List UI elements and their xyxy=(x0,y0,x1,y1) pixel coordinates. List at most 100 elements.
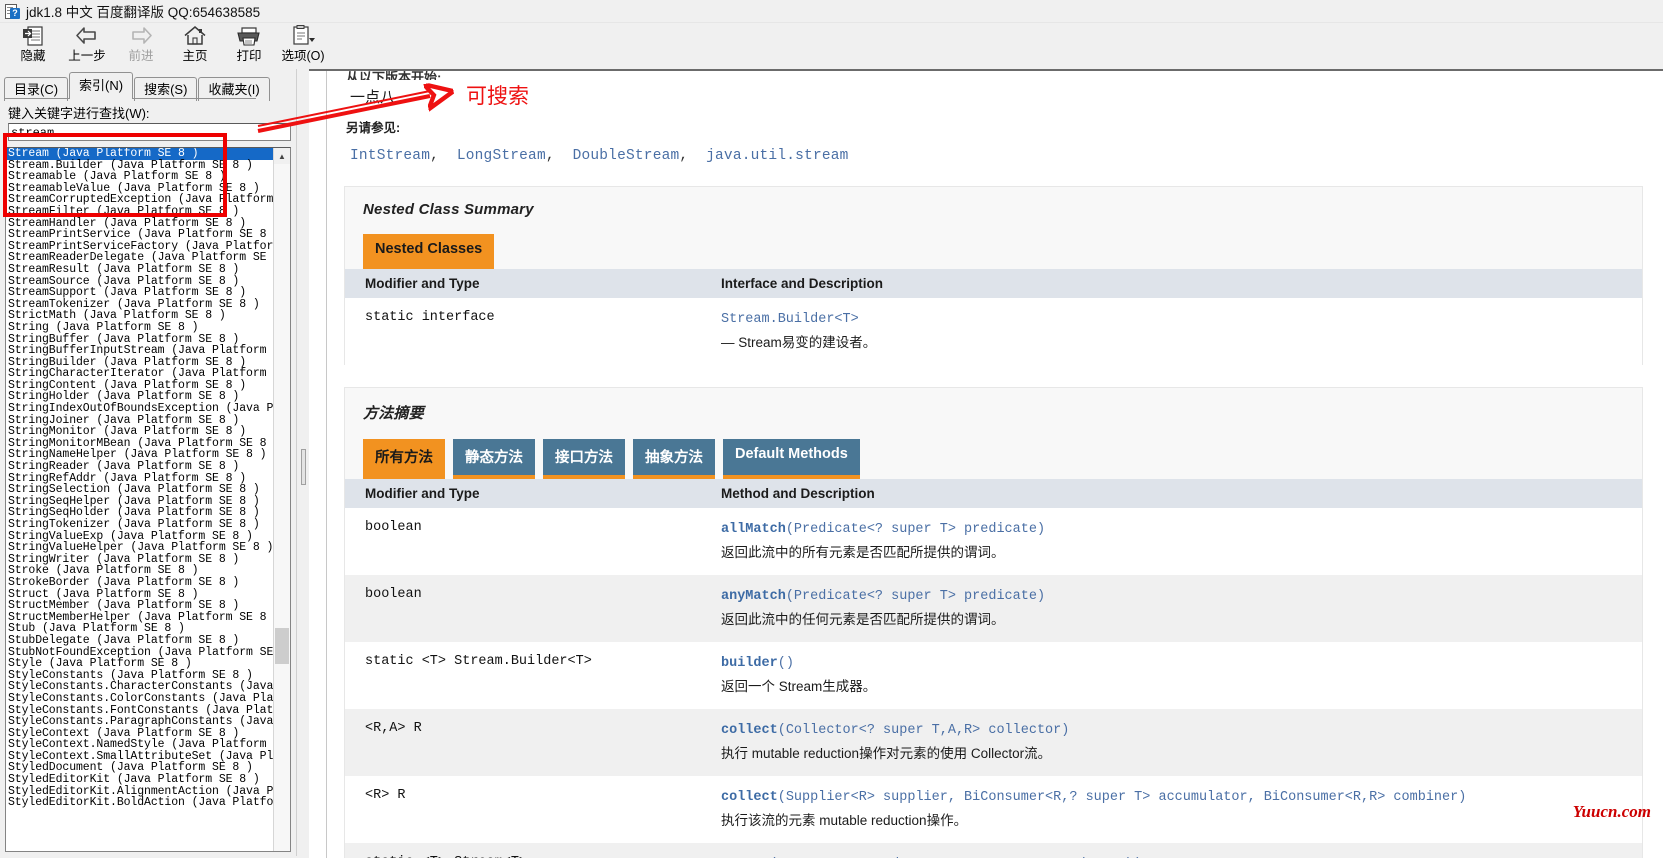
method-row-signature[interactable]: builder() xyxy=(721,654,1628,673)
index-list-item[interactable]: StructMember (Java Platform SE 8 ) xyxy=(6,600,274,612)
method-summary-title: 方法摘要 xyxy=(345,388,1642,423)
index-list-box[interactable]: Stream (Java Platform SE 8 )Stream.Build… xyxy=(5,147,291,852)
keyword-find-label: 键入关键字进行查找(W): xyxy=(8,103,150,122)
method-name[interactable]: collect xyxy=(721,723,778,738)
index-list-item[interactable]: StreamSupport (Java Platform SE 8 ) xyxy=(6,287,274,299)
table-row: <R> Rcollect(Supplier<R> supplier, BiCon… xyxy=(345,776,1642,843)
method-tab-row: 所有方法 静态方法 接口方法 抽象方法 Default Methods xyxy=(345,423,1642,479)
method-row-signature[interactable]: collect(Supplier<R> supplier, BiConsumer… xyxy=(721,788,1628,807)
index-list-item[interactable]: StreamResult (Java Platform SE 8 ) xyxy=(6,264,274,276)
window-title: jdk1.8 中文 百度翻译版 QQ:654638585 xyxy=(26,1,260,21)
tab-instance-methods[interactable]: 接口方法 xyxy=(543,439,625,479)
index-list-item[interactable]: StyleConstants.ParagraphConstants (Java … xyxy=(6,716,274,728)
nested-table-header: Modifier and Type Interface and Descript… xyxy=(345,269,1642,298)
index-list-item[interactable]: StringTokenizer (Java Platform SE 8 ) xyxy=(6,519,274,531)
see-also-link-intstream[interactable]: IntStream xyxy=(350,148,430,164)
nested-row-description: — Stream易变的建设者。 xyxy=(721,332,1628,353)
tab-index[interactable]: 索引(N) xyxy=(69,72,133,99)
table-row: static interface Stream.Builder<T> — Str… xyxy=(345,298,1642,365)
window-title-bar: ? jdk1.8 中文 百度翻译版 QQ:654638585 xyxy=(0,0,1663,23)
method-name[interactable]: allMatch xyxy=(721,522,786,537)
options-icon xyxy=(290,24,316,48)
see-also-link-package[interactable]: java.util.stream xyxy=(706,148,848,164)
tab-nested-classes[interactable]: Nested Classes xyxy=(363,234,494,269)
toolbar-button-back[interactable]: 上一步 xyxy=(60,23,114,68)
toolbar-button-print[interactable]: 打印 xyxy=(222,23,276,68)
method-row-modifier: static <T> Stream.Builder<T> xyxy=(345,642,719,709)
method-row-modifier: boolean xyxy=(345,508,719,575)
method-row-signature[interactable]: allMatch(Predicate<? super T> predicate) xyxy=(721,520,1628,539)
splitter-grip[interactable] xyxy=(301,449,306,485)
table-row: static <T> Stream.Builder<T>builder()返回一… xyxy=(345,642,1642,709)
see-also-link-doublestream[interactable]: DoubleStream xyxy=(573,148,680,164)
method-row-body: anyMatch(Predicate<? super T> predicate)… xyxy=(719,575,1642,642)
method-params: (Predicate<? super T> predicate) xyxy=(786,522,1045,537)
content-split: 目录(C) 索引(N) 搜索(S) 收藏夹(I) 键入关键字进行查找(W): s… xyxy=(0,69,1663,856)
see-also-link-longstream[interactable]: LongStream xyxy=(457,148,546,164)
method-row-body: builder()返回一个 Stream生成器。 xyxy=(719,642,1642,709)
index-list-item[interactable]: String (Java Platform SE 8 ) xyxy=(6,322,274,334)
table-row: <R,A> Rcollect(Collector<? super T,A,R> … xyxy=(345,709,1642,776)
toolbar-button-forward[interactable]: 前进 xyxy=(114,23,168,68)
toolbar-label: 打印 xyxy=(236,48,261,64)
method-row-signature[interactable]: collect(Collector<? super T,A,R> collect… xyxy=(721,721,1628,740)
index-list-item[interactable]: StubDelegate (Java Platform SE 8 ) xyxy=(6,635,274,647)
scroll-up-arrow[interactable]: ▲ xyxy=(274,148,290,164)
index-list-item[interactable]: StringReader (Java Platform SE 8 ) xyxy=(6,461,274,473)
keyword-search-input[interactable]: stream xyxy=(8,123,291,141)
method-table-header: Modifier and Type Method and Description xyxy=(345,479,1642,508)
watermark-label: Yuucn.com xyxy=(1573,802,1651,822)
document-left-frame-edge xyxy=(309,71,327,858)
help-document-icon: ? xyxy=(4,3,20,19)
method-row-description: 执行 mutable reduction操作对元素的使用 Collector流。 xyxy=(721,743,1628,764)
nested-row-modifier: static interface xyxy=(345,298,719,365)
method-row-modifier: <R> R xyxy=(345,776,719,843)
toolbar-button-options[interactable]: 选项(O) xyxy=(276,23,330,68)
method-summary-panel: 方法摘要 所有方法 静态方法 接口方法 抽象方法 Default Methods… xyxy=(344,387,1643,858)
method-row-signature[interactable]: anyMatch(Predicate<? super T> predicate) xyxy=(721,587,1628,606)
index-list-item[interactable]: StreamPrintService (Java Platform SE 8 ) xyxy=(6,229,274,241)
pane-splitter[interactable] xyxy=(296,69,310,856)
method-header-modifier: Modifier and Type xyxy=(345,479,719,508)
tab-static-methods[interactable]: 静态方法 xyxy=(453,439,535,479)
toolbar-button-home[interactable]: 主页 xyxy=(168,23,222,68)
index-list-scrollbar[interactable]: ▲ xyxy=(273,148,290,851)
method-params: (Predicate<? super T> predicate) xyxy=(786,589,1045,604)
index-list-item[interactable]: StreamFilter (Java Platform SE 8 ) xyxy=(6,206,274,218)
see-also-links: IntStream, LongStream, DoubleStream, jav… xyxy=(350,148,1645,164)
nested-class-tab-row: Nested Classes xyxy=(345,218,1642,269)
scroll-thumb[interactable] xyxy=(275,628,289,664)
index-list-item[interactable]: StyleConstants.ColorConstants (Java Plat… xyxy=(6,693,274,705)
toolbar-button-hide[interactable]: 隐藏 xyxy=(6,23,60,68)
toolbar-label: 隐藏 xyxy=(20,48,45,64)
document-pane: 从以下版本开始: 一点八 另请参见: IntStream, LongStream… xyxy=(309,69,1663,858)
nav-tab-strip: 目录(C) 索引(N) 搜索(S) 收藏夹(I) xyxy=(4,72,271,99)
index-list-item[interactable]: StringIndexOutOfBoundsException (Java Pl… xyxy=(6,403,274,415)
nested-class-summary-title: Nested Class Summary xyxy=(345,187,1642,218)
method-name[interactable]: collect xyxy=(721,790,778,805)
back-arrow-icon xyxy=(75,24,99,48)
method-row-description: 执行该流的元素 mutable reduction操作。 xyxy=(721,810,1628,831)
method-params: (Supplier<R> supplier, BiConsumer<R,? su… xyxy=(778,790,1467,805)
since-value: 一点八 xyxy=(350,86,1645,107)
printer-icon xyxy=(236,24,262,48)
tab-abstract-methods[interactable]: 抽象方法 xyxy=(633,439,715,479)
document-header-block: 从以下版本开始: 一点八 另请参见: IntStream, LongStream… xyxy=(326,71,1663,164)
tab-all-methods[interactable]: 所有方法 xyxy=(363,439,445,479)
method-name[interactable]: anyMatch xyxy=(721,589,786,604)
method-header-description: Method and Description xyxy=(719,479,1642,508)
method-name[interactable]: builder xyxy=(721,656,778,671)
index-list[interactable]: Stream (Java Platform SE 8 )Stream.Build… xyxy=(6,148,274,851)
main-toolbar: 隐藏 上一步 前进 主页 xyxy=(0,23,1663,70)
method-row-body: allMatch(Predicate<? super T> predicate)… xyxy=(719,508,1642,575)
method-row-modifier: <R,A> R xyxy=(345,709,719,776)
index-list-item[interactable]: StyledEditorKit (Java Platform SE 8 ) xyxy=(6,774,274,786)
index-list-item[interactable]: StyledEditorKit.BoldAction (Java Platfor… xyxy=(6,797,274,809)
tab-default-methods[interactable]: Default Methods xyxy=(723,439,860,479)
nested-row-signature[interactable]: Stream.Builder<T> xyxy=(721,310,1628,329)
index-list-item[interactable]: StrokeBorder (Java Platform SE 8 ) xyxy=(6,577,274,589)
index-list-item[interactable]: StringBufferInputStream (Java Platform S… xyxy=(6,345,274,357)
since-heading: 从以下版本开始: xyxy=(346,71,1645,80)
index-list-item[interactable]: Stream (Java Platform SE 8 ) xyxy=(6,148,274,160)
index-list-item[interactable]: Style (Java Platform SE 8 ) xyxy=(6,658,274,670)
